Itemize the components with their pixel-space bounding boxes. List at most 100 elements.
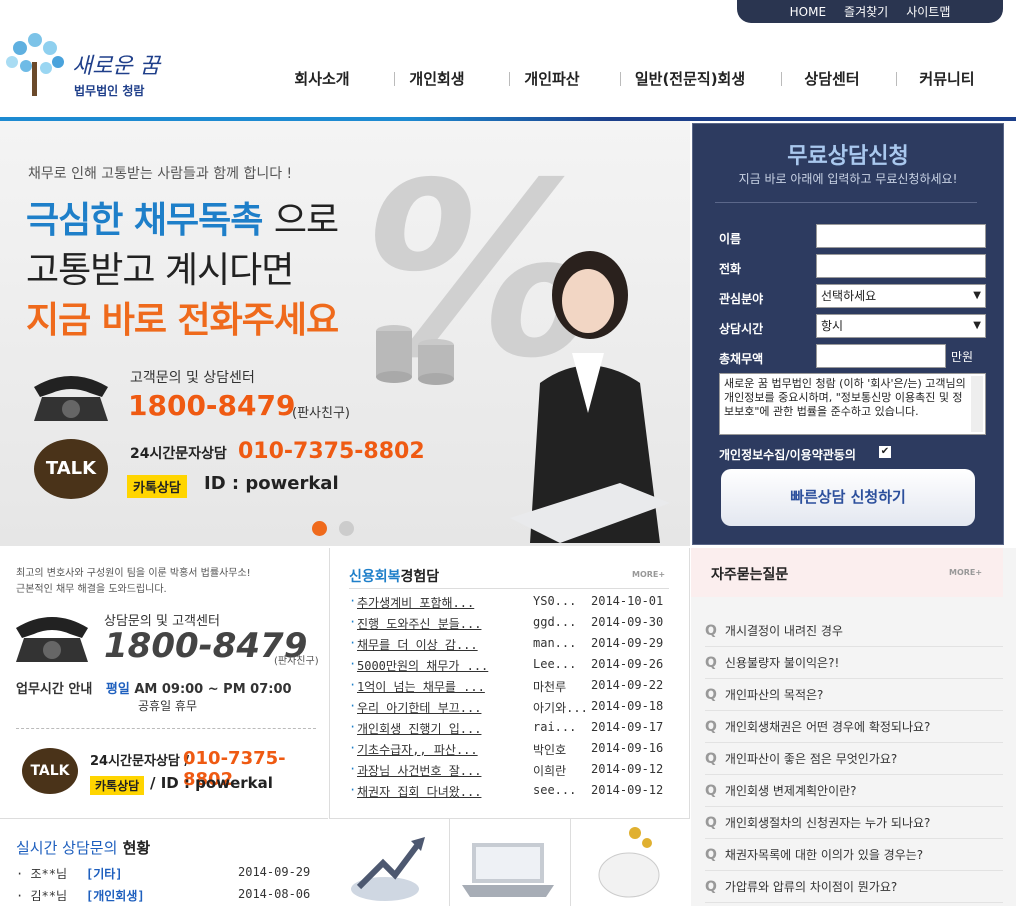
quick-icon-piggybank[interactable] [571, 819, 692, 906]
list-item[interactable]: Q 개시결정이 내려진 경우 [705, 615, 1003, 647]
intro-line-1: 최고의 변호사와 구성원이 팀을 이룬 박홍서 법률사무소! [16, 568, 251, 579]
nav-community[interactable]: 커뮤니티 [897, 68, 997, 92]
faq-question[interactable]: 개인회생 변제계획안이란? [725, 784, 857, 798]
list-item[interactable]: · 5000만원의 채무가 ... Lee... 2014-09-26 [349, 657, 669, 673]
sitemap-link[interactable]: 사이트맵 [906, 3, 950, 20]
review-title[interactable]: 진행 도와주신 분들... [357, 615, 481, 632]
slide-dot-2[interactable] [339, 521, 354, 536]
favorites-link[interactable]: 즐겨찾기 [844, 3, 888, 20]
realtime-category: [개인회생] [86, 889, 145, 903]
debt-label: 총채무액 [719, 352, 764, 366]
faq-question[interactable]: 개인파산의 목적은? [725, 688, 824, 702]
hero-cs-note: (판사친구) [292, 406, 350, 421]
time-select[interactable]: 항시 [816, 314, 986, 338]
nav-general-rehab[interactable]: 일반(전문직)회생 [621, 68, 759, 92]
review-title[interactable]: 기초수급자,, 파산... [357, 741, 478, 758]
faq-question[interactable]: 개인회생채권은 어떤 경우에 확정되나요? [725, 720, 931, 734]
growth-chart-icon [351, 837, 425, 901]
review-title[interactable]: 개인회생 진행기 입... [357, 720, 481, 737]
faq-question[interactable]: 가압류와 압류의 차이점이 뭔가요? [725, 880, 897, 894]
debt-input[interactable] [816, 344, 946, 368]
list-item[interactable]: Q 개인파산의 목적은? [705, 679, 1003, 711]
review-title[interactable]: 추가생계비 포함해... [357, 594, 474, 611]
review-author: 마천루 [533, 680, 567, 694]
list-item[interactable]: · 채권자 집회 다녀왔... see... 2014-09-12 [349, 783, 669, 799]
list-item[interactable]: · 1억이 넘는 채무를 ... 마천루 2014-09-22 [349, 678, 669, 694]
list-item[interactable]: · 개인회생 진행기 입... rai... 2014-09-17 [349, 720, 669, 736]
review-author: see... [533, 783, 577, 797]
faq-question[interactable]: 개시결정이 내려진 경우 [725, 624, 843, 638]
nav-consult-center[interactable]: 상담센터 [782, 68, 882, 92]
list-item[interactable]: · 우리 아기한테 부끄... 아기와... 2014-09-18 [349, 699, 669, 715]
laptop-icon [462, 843, 554, 897]
faq-question[interactable]: 개인회생절차의 신청권자는 누가 되나요? [725, 816, 931, 830]
list-item[interactable]: · 진행 도와주신 분들... ggd... 2014-09-30 [349, 615, 669, 631]
list-item[interactable]: Q 가압류와 압류의 차이점이 뭔가요? [705, 871, 1003, 903]
review-date: 2014-10-01 [591, 594, 664, 608]
quick-icon-laptop[interactable] [450, 819, 571, 906]
name-input[interactable] [816, 224, 986, 248]
logo[interactable]: 새로운 꿈 법무법인 청람 [2, 28, 172, 100]
kakao-id: / ID : powerkal [150, 774, 273, 792]
faq-title: 자주묻는질문 [711, 567, 789, 583]
bullet: · [349, 762, 357, 776]
question-icon: Q [705, 623, 717, 639]
realtime-title-emphasis: 실시간 상담문의 [16, 839, 118, 857]
nav-bankruptcy[interactable]: 개인파산 [510, 68, 594, 92]
review-date: 2014-09-12 [591, 783, 664, 797]
coin-stack-icon [376, 325, 454, 385]
phone-input[interactable] [816, 254, 986, 278]
interest-select[interactable]: 선택하세요 [816, 284, 986, 308]
review-title[interactable]: 과장님 사건번호 잘... [357, 762, 481, 779]
faq-more-link[interactable]: MORE+ [949, 568, 982, 577]
hero-subtitle: 채무로 인해 고통받는 사람들과 함께 합니다 ! [28, 166, 293, 182]
question-icon: Q [705, 751, 717, 767]
list-item[interactable]: · 채무를 더 이상 감... man... 2014-09-29 [349, 636, 669, 652]
submit-consult-button[interactable]: 빠른상담 신청하기 [721, 469, 975, 526]
nav-rehab[interactable]: 개인회생 [395, 68, 479, 92]
faq-panel: 자주묻는질문 MORE+ Q 개시결정이 내려진 경우 Q 신용불량자 불이익은?! Q… [691, 548, 1016, 906]
review-author: YS0... [533, 594, 577, 608]
review-title[interactable]: 우리 아기한테 부끄... [357, 699, 481, 716]
dashed-divider [16, 728, 316, 729]
review-title[interactable]: 채무를 더 이상 감... [357, 636, 478, 653]
terms-scrollbar[interactable] [971, 376, 983, 432]
list-item[interactable]: Q 개인회생채권은 어떤 경우에 확정되나요? [705, 711, 1003, 743]
list-item[interactable]: Q 채권자목록에 대한 이의가 있을 경우는? [705, 839, 1003, 871]
logo-title: 새로운 꿈 [72, 54, 160, 79]
realtime-title: 실시간 상담문의 현황 [16, 837, 150, 858]
home-link[interactable]: HOME [790, 5, 826, 19]
review-title[interactable]: 5000만원의 채무가 ... [357, 657, 488, 674]
list-item[interactable]: · 추가생계비 포함해... YS0... 2014-10-01 [349, 594, 669, 610]
review-date: 2014-09-16 [591, 741, 664, 755]
faq-question[interactable]: 채권자목록에 대한 이의가 있을 경우는? [725, 848, 923, 862]
slide-dot-1[interactable] [312, 521, 327, 536]
review-title[interactable]: 1억이 넘는 채무를 ... [357, 678, 485, 695]
nav-company[interactable]: 회사소개 [280, 68, 364, 92]
faq-question[interactable]: 개인파산이 좋은 점은 무엇인가요? [725, 752, 897, 766]
privacy-agree-checkbox[interactable]: ✔ [879, 446, 891, 458]
bullet: · [349, 657, 357, 671]
list-item[interactable]: · 기초수급자,, 파산... 박인호 2014-09-16 [349, 741, 669, 757]
review-title[interactable]: 채권자 집회 다녀왔... [357, 783, 481, 800]
hero-banner[interactable]: % 채무로 인해 고통받는 사람들과 함께 합니다 ! 극심한 채무독촉 으로 … [0, 121, 690, 546]
list-item[interactable]: Q 개인파산이 좋은 점은 무엇인가요? [705, 743, 1003, 775]
review-date: 2014-09-18 [591, 699, 664, 713]
list-item[interactable]: Q 신용불량자 불이익은?! [705, 647, 1003, 679]
bullet: · [349, 783, 357, 797]
reviews-more-link[interactable]: MORE+ [632, 570, 665, 579]
list-item[interactable]: · 과장님 사건번호 잘... 이희란 2014-09-12 [349, 762, 669, 778]
realtime-title-rest: 현황 [117, 839, 151, 857]
bullet: · [349, 636, 357, 650]
privacy-terms-textarea[interactable]: 새로운 꿈 법무법인 청람 (이하 '회사'은/는) 고객님의 개인정보를 중요… [719, 373, 986, 435]
kakao-talk-icon: TALK [22, 748, 78, 794]
realtime-date: 2014-08-06 [238, 887, 311, 901]
list-item[interactable]: Q 개인회생 변제계획안이란? [705, 775, 1003, 807]
realtime-name: · 김**님 [16, 889, 67, 903]
telephone-icon [34, 376, 108, 421]
hero-headline-3: 지금 바로 전화주세요 [26, 300, 339, 341]
consult-note: (판사친구) [274, 656, 319, 667]
faq-question[interactable]: 신용불량자 불이익은?! [725, 656, 839, 670]
quick-icon-growth[interactable] [329, 819, 450, 906]
list-item[interactable]: Q 개인회생절차의 신청권자는 누가 되나요? [705, 807, 1003, 839]
